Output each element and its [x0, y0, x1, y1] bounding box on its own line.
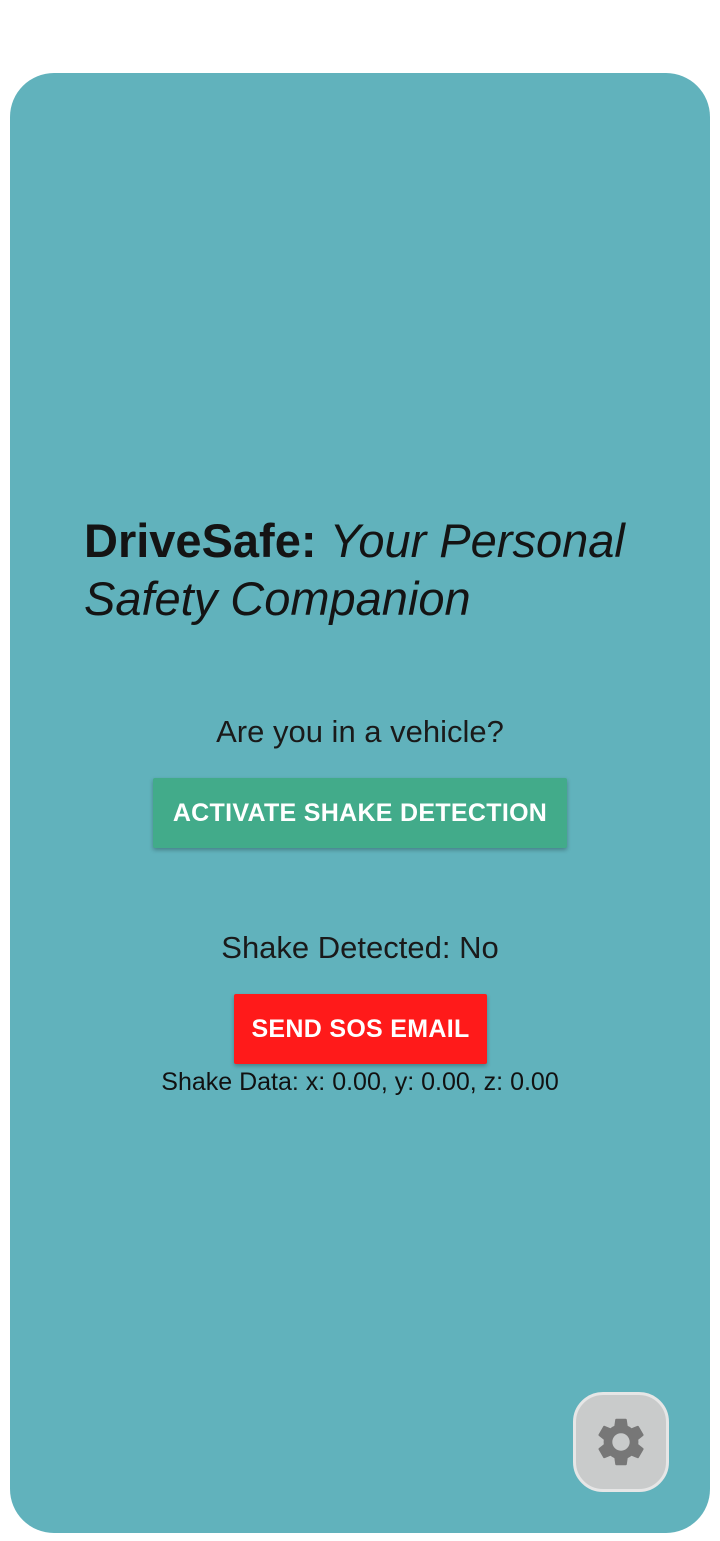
settings-button[interactable] — [573, 1392, 669, 1492]
app-title: DriveSafe: Your Personal Safety Companio… — [84, 512, 684, 628]
shake-status-text: Shake Detected: No — [221, 930, 499, 965]
send-sos-email-button[interactable]: SEND SOS EMAIL — [234, 994, 487, 1064]
gear-icon — [592, 1413, 650, 1471]
activate-shake-detection-button[interactable]: ACTIVATE SHAKE DETECTION — [153, 778, 567, 848]
app-brand: DriveSafe: — [84, 514, 317, 567]
app-screen: DriveSafe: Your Personal Safety Companio… — [0, 0, 720, 1541]
shake-data-readout: Shake Data: x: 0.00, y: 0.00, z: 0.00 — [161, 1068, 559, 1096]
vehicle-question: Are you in a vehicle? — [216, 714, 504, 749]
